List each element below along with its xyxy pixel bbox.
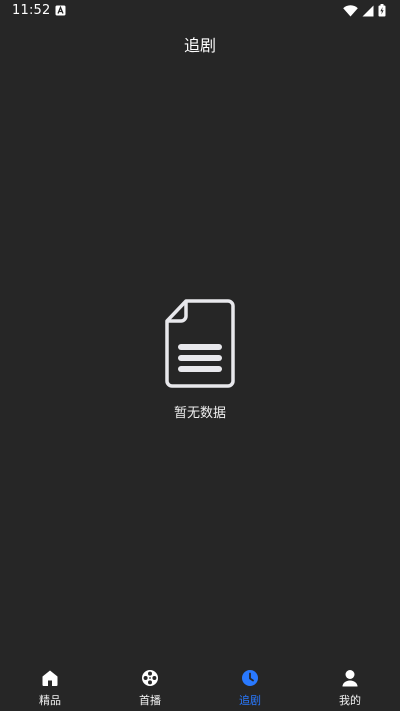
home-icon (42, 670, 58, 686)
status-time: 11:52 (12, 3, 51, 18)
document-icon (165, 299, 235, 388)
wifi-icon (343, 4, 358, 16)
film-reel-icon (142, 670, 158, 686)
nav-item-premiere[interactable]: 首播 (100, 661, 200, 711)
nav-label-premiere: 首播 (139, 694, 161, 707)
nav-label-featured: 精品 (39, 694, 61, 707)
empty-state: 暂无数据 (0, 298, 400, 421)
bottom-nav: 精品 首播 追剧 我的 (0, 661, 400, 711)
notification-a-icon (55, 5, 66, 16)
nav-label-following: 追剧 (239, 694, 261, 707)
page-title: 追剧 (183, 36, 216, 55)
user-icon (342, 670, 358, 687)
battery-charging-icon (378, 4, 386, 17)
status-bar: 11:52 (0, 0, 400, 24)
empty-message: 暂无数据 (173, 406, 226, 421)
nav-item-featured[interactable]: 精品 (0, 661, 100, 711)
nav-item-mine[interactable]: 我的 (300, 661, 400, 711)
nav-item-following[interactable]: 追剧 (200, 661, 300, 711)
system-icons (343, 4, 386, 17)
clock-icon (242, 670, 258, 686)
cell-signal-icon (362, 5, 374, 16)
nav-label-mine: 我的 (339, 694, 361, 707)
